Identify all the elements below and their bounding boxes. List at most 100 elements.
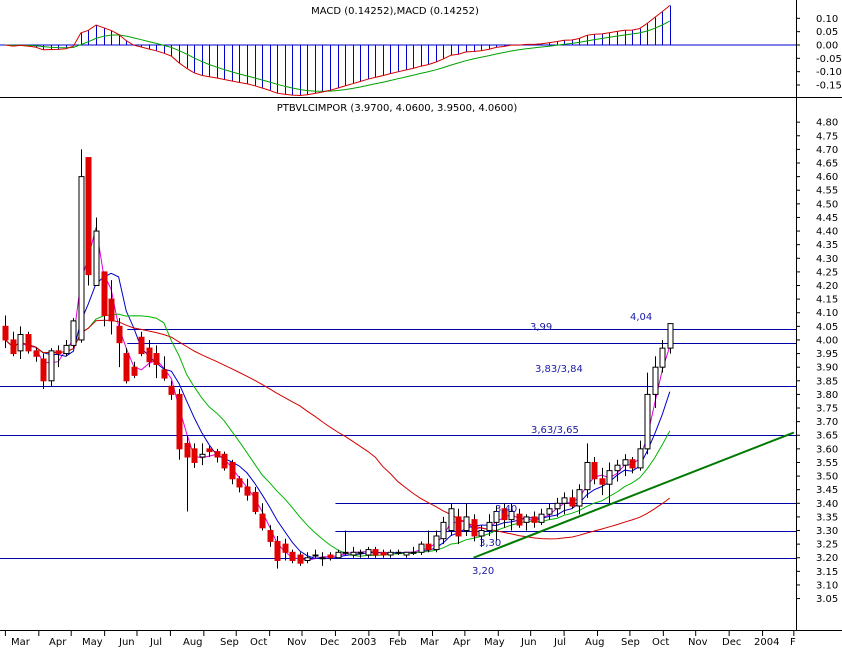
candle-up (538, 513, 545, 523)
candle-down (569, 497, 576, 507)
price-tick-label: 4.25 (816, 267, 838, 278)
x-label-sep-2002: Sep (220, 637, 239, 648)
annotation-330: 3,30 (479, 538, 501, 549)
price-tick-label: 3.65 (816, 431, 838, 442)
x-label-feb-2003: Feb (389, 637, 407, 648)
candle-down (221, 453, 228, 469)
x-label-apr-2002: Apr (49, 637, 67, 648)
candle-up (70, 320, 77, 346)
candle-down (327, 554, 334, 559)
price-tick-label: 4.45 (816, 213, 838, 224)
price-panel: PTBVLCIMPOR (3.9700, 4.0600, 3.9500, 4.0… (0, 103, 838, 605)
annotation-404: 4,04 (630, 312, 652, 323)
candle-up (410, 551, 417, 554)
x-axis: Mar Apr May Jun Jul Aug Sep Oct Nov Dec … (4, 630, 796, 648)
candle-up (614, 464, 621, 472)
candle-up (319, 557, 326, 560)
x-label-nov-2003: Nov (688, 637, 708, 648)
annotation-320: 3,20 (472, 566, 494, 577)
candle-down (2, 325, 9, 341)
price-tick-label: 4.70 (816, 145, 838, 156)
x-label-jun-2003: Jun (520, 637, 537, 648)
candle-down (591, 461, 598, 480)
candle-down (372, 549, 379, 556)
trendline (473, 431, 795, 559)
candle-up (448, 508, 455, 532)
candle-down (455, 516, 462, 537)
macd-tick-label: 0.10 (816, 14, 838, 25)
candle-up (478, 530, 485, 537)
price-tick-label: 3.15 (816, 567, 838, 578)
price-tick-label: 4.10 (816, 308, 838, 319)
price-tick-label: 4.60 (816, 172, 838, 183)
price-tick-label: 3.30 (816, 526, 838, 537)
x-label-jul-2003: Jul (553, 637, 566, 648)
x-label-apr-2003: Apr (453, 637, 471, 648)
annotation-363-365: 3,63/3,65 (531, 425, 579, 436)
price-tick-label: 3.90 (816, 363, 838, 374)
candle-up (486, 521, 493, 532)
price-tick-label: 4.65 (816, 159, 838, 170)
x-label-jul-2002: Jul (149, 637, 162, 648)
candle-down (425, 543, 432, 551)
x-label-jun-2002: Jun (118, 637, 135, 648)
candle-up (335, 551, 342, 559)
price-tick-label: 3.20 (816, 553, 838, 564)
price-tick-label: 3.50 (816, 472, 838, 483)
x-label-oct-2002: Oct (250, 637, 267, 648)
candle-down (10, 339, 17, 355)
macd-hist (13, 5, 671, 96)
macd-ticks: 0.10 0.05 0.00 -0.05 -0.10 -0.15 (796, 14, 842, 92)
x-label-may-2002: May (82, 637, 103, 648)
price-tick-label: 3.70 (816, 417, 838, 428)
macd-tick-label: -0.10 (816, 67, 842, 78)
price-tick-label: 3.10 (816, 580, 838, 591)
candle-up (387, 551, 394, 556)
x-label-sep-2003: Sep (621, 637, 640, 648)
candle-up (584, 461, 591, 491)
candle-down (40, 358, 47, 382)
x-label-oct-2003: Oct (652, 637, 669, 648)
price-tick-label: 4.15 (816, 295, 838, 306)
candle-up (357, 551, 364, 554)
candle-up (342, 551, 349, 554)
candle-up (659, 347, 666, 368)
candle-up (350, 551, 357, 556)
price-tick-label: 4.35 (816, 240, 838, 251)
macd-line (5, 5, 671, 97)
candle-down (33, 350, 40, 357)
candle-up (554, 502, 561, 510)
candle-up (199, 453, 206, 458)
price-tick-label: 4.50 (816, 199, 838, 210)
macd-tick-label: -0.15 (816, 81, 842, 92)
x-label-2003: 2003 (351, 637, 376, 648)
price-tick-label: 4.40 (816, 227, 838, 238)
candle-down (153, 353, 160, 365)
candle-up (17, 334, 24, 352)
candle-down (161, 369, 168, 379)
candle-down (168, 385, 175, 395)
candle-down (206, 448, 213, 453)
price-tick-label: 4.00 (816, 335, 838, 346)
candles (2, 149, 674, 569)
candle-up (395, 551, 402, 554)
candle-down (289, 551, 296, 561)
annotation-340: 3,40 (495, 504, 517, 515)
candle-down (131, 366, 138, 376)
price-tick-label: 4.05 (816, 322, 838, 333)
macd-panel: MACD (0.14252),MACD (0.14252) 0.100.050.… (0, 5, 842, 97)
candle-down (282, 543, 289, 553)
candle-up (433, 535, 440, 551)
macd-title: MACD (0.14252),MACD (0.14252) (311, 6, 479, 17)
candle-down (138, 336, 145, 355)
price-tick-label: 3.40 (816, 499, 838, 510)
price-tick-label: 4.75 (816, 131, 838, 142)
price-tick-label: 4.30 (816, 254, 838, 265)
x-label-mar-2002: Mar (11, 637, 31, 648)
x-label-aug-2003: Aug (585, 637, 605, 648)
price-tick-label: 3.05 (816, 594, 838, 605)
price-tick-label: 3.80 (816, 390, 838, 401)
candle-down (229, 461, 236, 480)
candle-up (463, 516, 470, 532)
price-tick-label: 3.75 (816, 404, 838, 415)
